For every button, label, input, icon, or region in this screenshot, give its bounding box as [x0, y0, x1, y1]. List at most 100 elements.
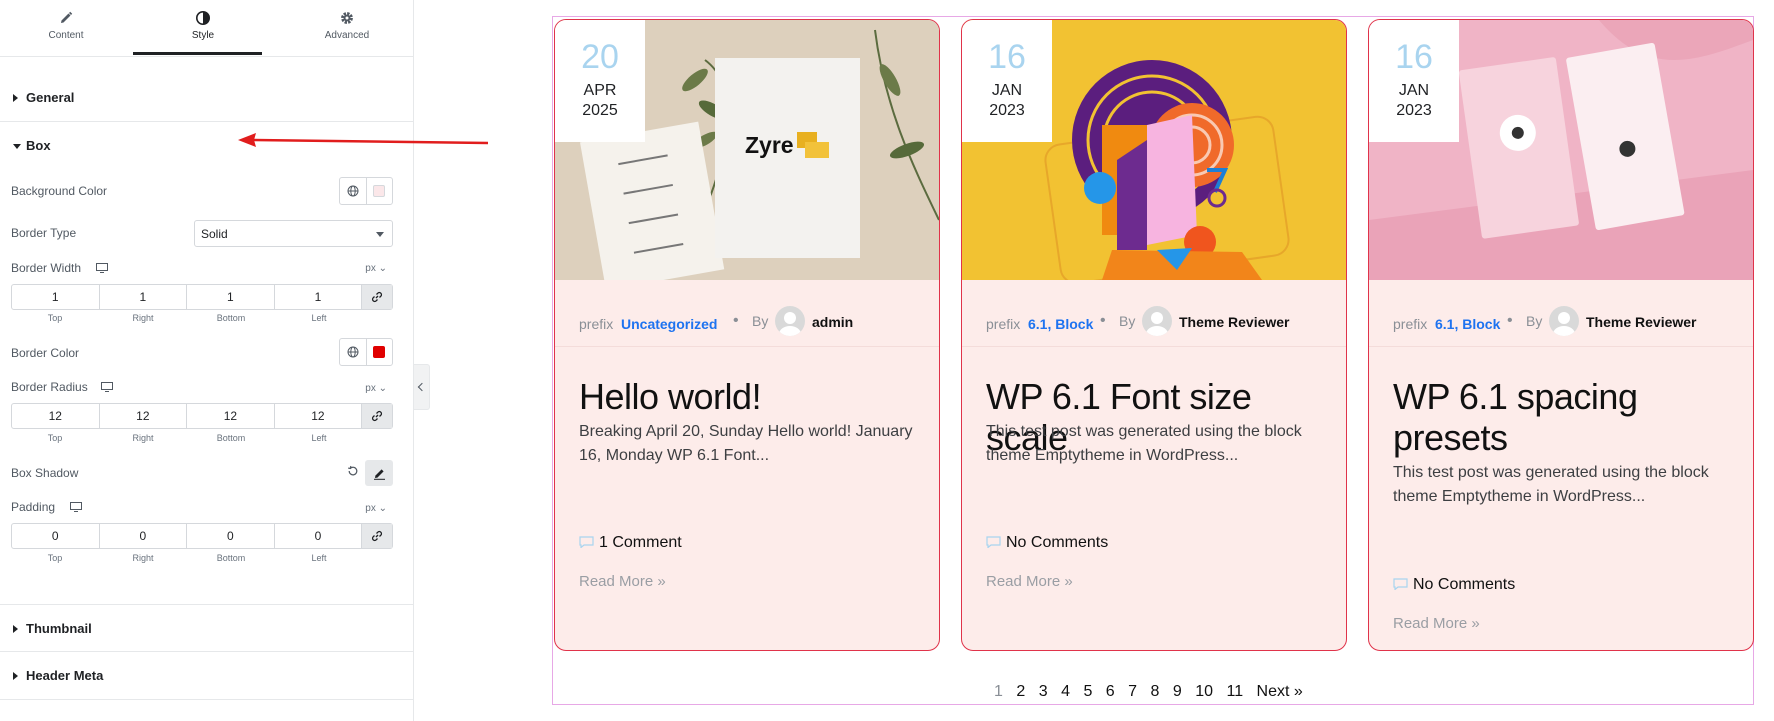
padding-unit-select[interactable]: px ⌄	[365, 503, 387, 514]
border-type-label: Border Type	[11, 226, 77, 240]
section-general-label: General	[26, 90, 75, 105]
read-more-link[interactable]: Read More »	[986, 573, 1073, 590]
border-width-top-input[interactable]: 1	[12, 285, 100, 309]
box-shadow-edit-button[interactable]	[365, 460, 393, 486]
next-page-link[interactable]: Next »	[1257, 683, 1303, 701]
padding-right-input[interactable]: 0	[100, 524, 188, 548]
post-card[interactable]: 16 JAN 2023 prefix 6.1, Block • By Theme…	[961, 19, 1347, 651]
page-link[interactable]: 6	[1106, 683, 1115, 701]
avatar[interactable]	[1549, 306, 1579, 336]
post-categories-link[interactable]: Uncategorized	[621, 316, 717, 332]
page-link[interactable]: 4	[1061, 683, 1070, 701]
section-thumbnail-label: Thumbnail	[26, 621, 92, 636]
dim-label-right: Right	[132, 313, 154, 323]
border-color-label: Border Color	[11, 346, 80, 360]
page-link[interactable]: 10	[1195, 683, 1213, 701]
globe-icon	[347, 185, 359, 197]
desktop-icon[interactable]	[70, 502, 82, 512]
border-radius-bottom-input[interactable]: 12	[187, 404, 275, 428]
reset-icon[interactable]	[347, 465, 359, 477]
meta-by: By	[1119, 313, 1136, 329]
post-author-link[interactable]: Theme Reviewer	[1586, 314, 1697, 330]
border-width-left-input[interactable]: 1	[275, 285, 363, 309]
user-icon	[779, 312, 801, 336]
collapse-panel-button[interactable]	[414, 364, 430, 410]
border-width-bottom-input[interactable]: 1	[187, 285, 275, 309]
section-thumbnail[interactable]: Thumbnail	[0, 604, 414, 652]
page-link[interactable]: 2	[1016, 683, 1025, 701]
tab-advanced[interactable]: Advanced	[281, 0, 413, 57]
tab-content-label: Content	[48, 30, 84, 41]
border-width-dim-labels: Top Right Bottom Left	[11, 313, 363, 323]
link-values-button[interactable]	[362, 285, 393, 309]
padding-top-input[interactable]: 0	[12, 524, 100, 548]
comments-link[interactable]: No Comments	[986, 534, 1108, 552]
border-radius-top-input[interactable]: 12	[12, 404, 100, 428]
caret-right-icon	[13, 672, 18, 680]
date-badge: 16 JAN 2023	[962, 20, 1052, 142]
border-color-picker[interactable]	[365, 339, 392, 365]
read-more-link[interactable]: Read More »	[1393, 615, 1480, 632]
background-color-picker[interactable]	[365, 178, 392, 204]
post-card[interactable]: Zyre 20 APR 2025 prefix Uncategorized • …	[554, 19, 940, 651]
border-width-label: Border Width	[11, 261, 82, 275]
post-excerpt: This test post was generated using the b…	[986, 423, 1302, 464]
globe-icon	[347, 346, 359, 358]
border-type-select[interactable]: Solid	[194, 220, 393, 247]
global-color-button[interactable]	[340, 339, 366, 365]
avatar[interactable]	[775, 306, 805, 336]
read-more-link[interactable]: Read More »	[579, 573, 666, 590]
border-radius-right-input[interactable]: 12	[100, 404, 188, 428]
post-card[interactable]: 16 JAN 2023 prefix 6.1, Block • By Theme…	[1368, 19, 1754, 651]
tab-content[interactable]: Content	[0, 0, 132, 57]
post-title-link[interactable]: WP 6.1 spacing presets	[1393, 376, 1743, 458]
post-author-link[interactable]: admin	[812, 314, 853, 330]
border-width-right-input[interactable]: 1	[100, 285, 188, 309]
avatar[interactable]	[1142, 306, 1172, 336]
date-month: JAN	[991, 82, 1023, 99]
link-values-button[interactable]	[362, 404, 393, 428]
page-link[interactable]: 7	[1128, 683, 1137, 701]
date-year: 2025	[582, 102, 618, 119]
page-link[interactable]: 11	[1226, 683, 1243, 701]
page-link[interactable]: 8	[1151, 683, 1160, 701]
padding-bottom-input[interactable]: 0	[187, 524, 275, 548]
contrast-icon	[196, 11, 210, 25]
padding-left-input[interactable]: 0	[275, 524, 363, 548]
page-link[interactable]: 3	[1039, 683, 1048, 701]
section-general[interactable]: General	[0, 74, 414, 122]
padding-label: Padding	[11, 500, 56, 514]
link-values-button[interactable]	[362, 524, 393, 548]
background-color-swatch	[373, 185, 386, 197]
panel-tabs: Content Style Advanced	[0, 0, 414, 57]
section-header-meta[interactable]: Header Meta	[0, 652, 414, 700]
post-author-link[interactable]: Theme Reviewer	[1179, 314, 1290, 330]
comments-link[interactable]: No Comments	[1393, 576, 1515, 594]
page-link[interactable]: 9	[1173, 683, 1182, 701]
post-title-link[interactable]: Hello world!	[579, 376, 929, 417]
style-panel: Content Style Advanced General Box Backg…	[0, 0, 414, 721]
comments-link[interactable]: 1 Comment	[579, 534, 682, 552]
desktop-icon[interactable]	[101, 382, 113, 392]
tab-style[interactable]: Style	[137, 0, 269, 57]
padding-dim-labels: Top Right Bottom Left	[11, 553, 363, 563]
border-radius-unit: px	[365, 383, 376, 394]
meta-by: By	[1526, 313, 1543, 329]
border-radius-dim-labels: Top Right Bottom Left	[11, 433, 363, 443]
border-radius-left-input[interactable]: 12	[275, 404, 363, 428]
post-categories-link[interactable]: 6.1, Block	[1435, 316, 1500, 332]
global-color-button[interactable]	[340, 178, 366, 204]
border-radius-inputs: 12 12 12 12	[11, 403, 393, 429]
border-radius-unit-select[interactable]: px ⌄	[365, 383, 387, 394]
page-link[interactable]: 5	[1083, 683, 1092, 701]
post-thumbnail[interactable]: 16 JAN 2023	[1369, 20, 1753, 280]
border-width-unit-select[interactable]: px ⌄	[365, 263, 387, 274]
post-thumbnail[interactable]: 16 JAN 2023	[962, 20, 1346, 280]
post-categories-link[interactable]: 6.1, Block	[1028, 316, 1093, 332]
page-link[interactable]: 1	[994, 683, 1003, 701]
post-thumbnail[interactable]: Zyre 20 APR 2025	[555, 20, 939, 280]
background-color-label: Background Color	[11, 184, 108, 198]
section-box-label: Box	[26, 138, 51, 153]
desktop-icon[interactable]	[96, 263, 108, 273]
date-day: 16	[1395, 38, 1433, 76]
